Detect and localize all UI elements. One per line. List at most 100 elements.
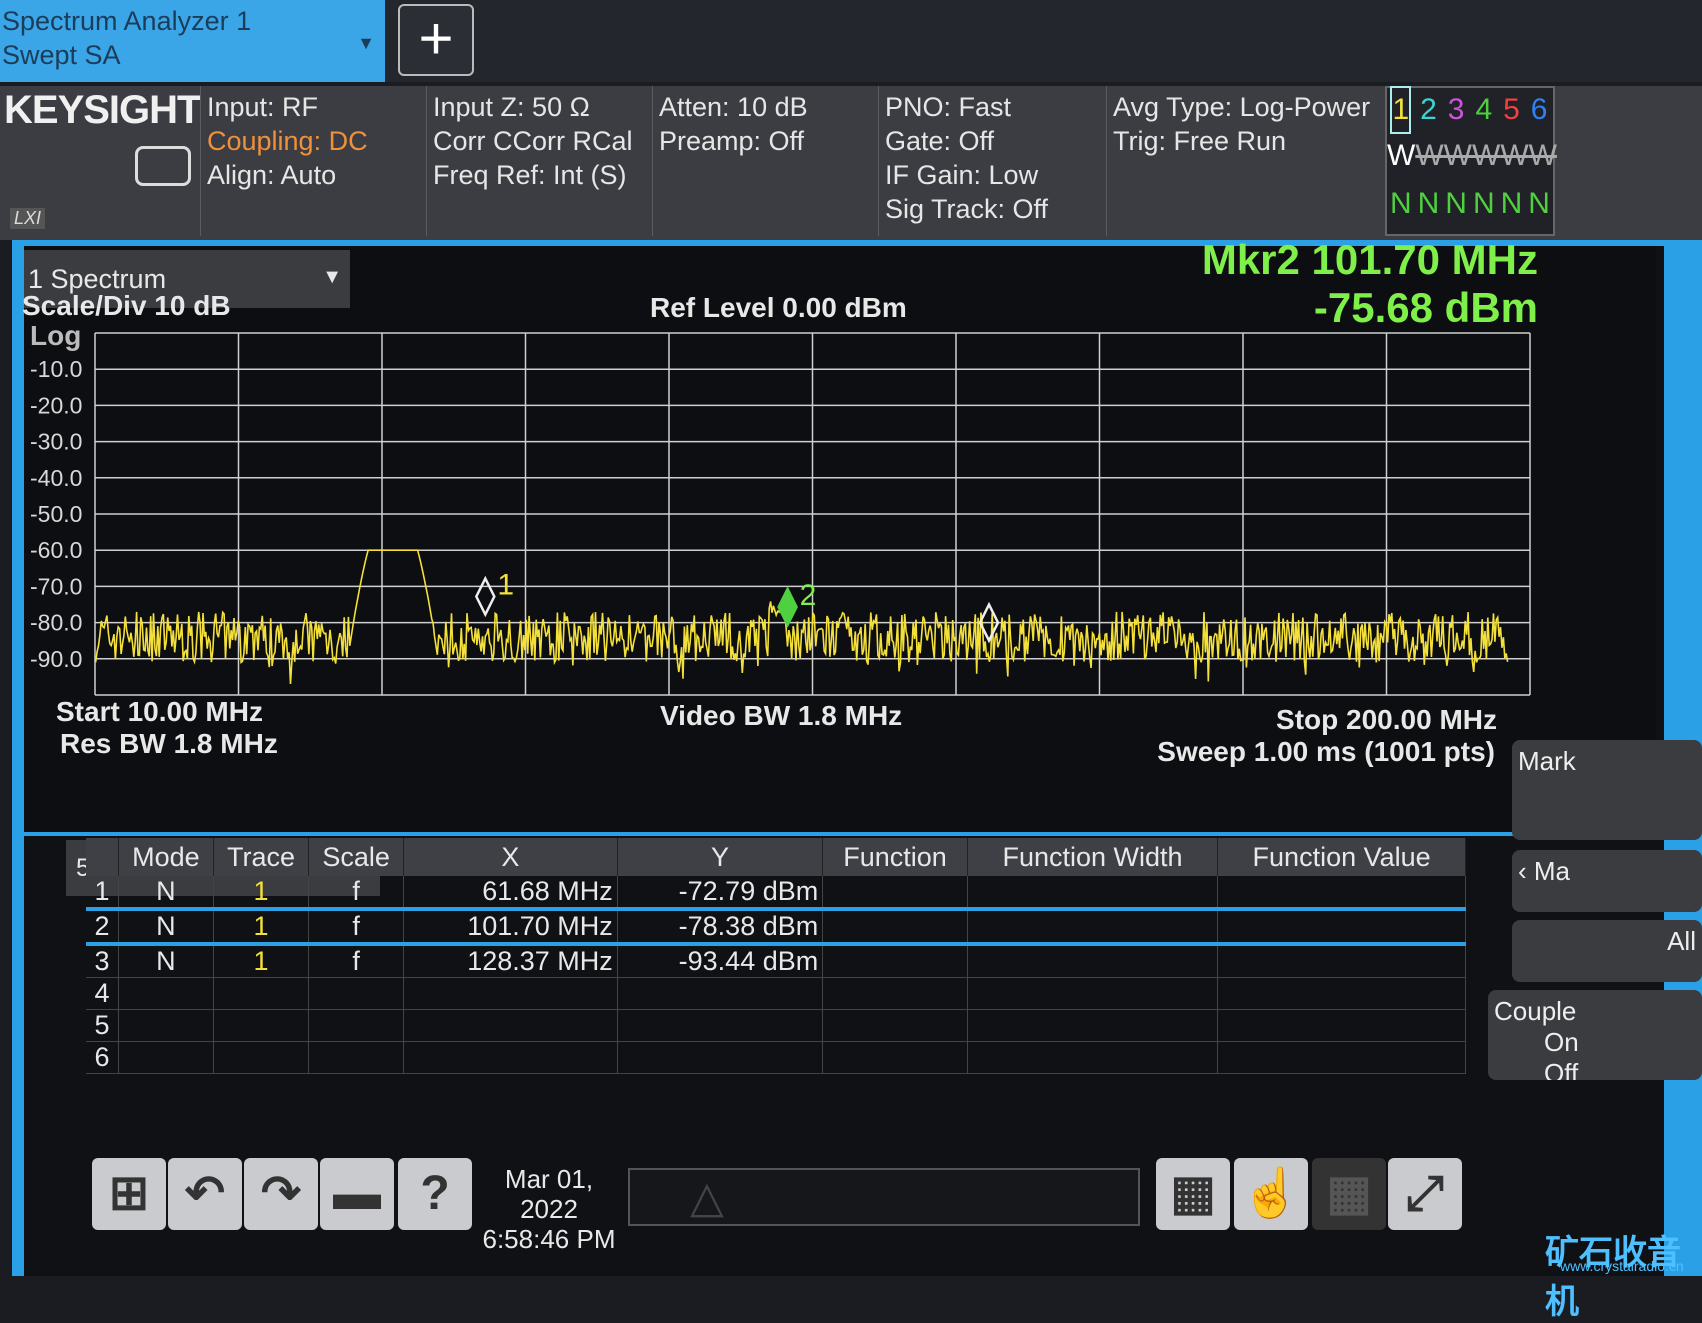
table-cell	[617, 1009, 824, 1042]
column-header[interactable]: Function Width	[967, 838, 1219, 876]
table-cell	[967, 944, 1219, 978]
table-cell	[617, 1041, 824, 1074]
table-cell: 6	[86, 1041, 120, 1074]
column-header[interactable]: Function	[822, 838, 968, 876]
couple-softkey[interactable]: Couple On Off	[1488, 990, 1702, 1080]
softkey-label: Couple	[1494, 996, 1577, 1026]
y-tick-labels: -10.0 -20.0 -30.0 -40.0 -50.0 -60.0 -70.0 -80.0…	[30, 356, 82, 672]
marker-function-softkey[interactable]: ‹ Ma	[1512, 850, 1702, 912]
table-cell	[967, 1009, 1219, 1042]
column-header[interactable]: Mode	[118, 838, 214, 876]
marker-row-3[interactable]: 3 N 1 f 128.37 MHz -93.44 dBm	[86, 944, 1466, 978]
start-freq-label[interactable]: Start 10.00 MHz	[56, 696, 263, 728]
table-cell	[822, 907, 968, 946]
time-label: 6:58:46 PM	[482, 1224, 616, 1254]
rbw-label[interactable]: Res BW 1.8 MHz	[60, 728, 278, 760]
table-cell: 1	[213, 907, 310, 946]
table-cell: N	[118, 907, 214, 946]
table-cell	[308, 1041, 405, 1074]
table-cell	[308, 977, 405, 1010]
table-cell: 5	[86, 1009, 120, 1042]
table-cell	[118, 1041, 214, 1074]
softkey-label: Ma	[1533, 856, 1571, 886]
file-folder-button[interactable]: ▬	[320, 1158, 394, 1230]
table-cell	[967, 977, 1219, 1010]
column-header[interactable]: Scale	[308, 838, 405, 876]
y-tick-label: -40.0	[30, 465, 82, 491]
table-cell: -78.38 dBm	[617, 907, 824, 946]
table-cell	[967, 1041, 1219, 1074]
table-cell	[403, 1009, 618, 1042]
table-cell: N	[118, 876, 214, 910]
marker-row-1[interactable]: 1 N 1 f 61.68 MHz -72.79 dBm	[86, 876, 1466, 910]
y-tick-label: -30.0	[30, 429, 82, 455]
table-cell	[213, 1041, 310, 1074]
marker-table: Mode Trace Scale X Y Function Function Width Fu…	[86, 838, 1466, 1074]
table-cell	[1217, 977, 1466, 1010]
column-header[interactable]: Trace	[213, 838, 310, 876]
multi-window-button[interactable]: ▦	[1312, 1158, 1386, 1230]
help-button[interactable]: ?	[398, 1158, 472, 1230]
table-cell: 3	[86, 944, 120, 978]
column-header[interactable]	[86, 838, 120, 876]
marker-1-diamond	[474, 575, 496, 618]
table-cell: -93.44 dBm	[617, 944, 824, 978]
y-tick-label: -10.0	[30, 356, 82, 382]
windows-start-button[interactable]: ⊞	[92, 1158, 166, 1230]
table-cell	[822, 944, 968, 978]
trace-1	[94, 549, 1509, 685]
table-cell	[967, 907, 1219, 946]
layout-button[interactable]: ▦	[1156, 1158, 1230, 1230]
table-cell: N	[118, 944, 214, 978]
all-softkey[interactable]: All	[1512, 920, 1702, 982]
y-tick-label: -50.0	[30, 501, 82, 527]
table-cell: 128.37 MHz	[403, 944, 618, 978]
fullscreen-button[interactable]: ⤢	[1388, 1158, 1462, 1230]
table-cell: f	[308, 944, 405, 978]
redo-button[interactable]: ↷	[244, 1158, 318, 1230]
table-cell	[822, 977, 968, 1010]
column-header[interactable]: X	[403, 838, 618, 876]
table-cell: 1	[213, 944, 310, 978]
vbw-label[interactable]: Video BW 1.8 MHz	[660, 700, 902, 732]
table-cell	[118, 977, 214, 1010]
table-cell	[403, 1041, 618, 1074]
table-cell	[1217, 1009, 1466, 1042]
softkey-label: All	[1667, 926, 1696, 956]
marker-1-label: 1	[497, 568, 514, 601]
watermark-url: www.crystalradio.cn	[1560, 1258, 1684, 1274]
off-option: Off	[1544, 1058, 1579, 1080]
marker-row-4[interactable]: 4	[86, 977, 1466, 1010]
table-cell: f	[308, 876, 405, 910]
warning-icon: △	[690, 1173, 724, 1222]
y-tick-label: -90.0	[30, 646, 82, 672]
table-cell	[1217, 1041, 1466, 1074]
table-cell	[213, 977, 310, 1010]
column-header[interactable]: Y	[617, 838, 824, 876]
marker-row-2[interactable]: 2 N 1 f 101.70 MHz -78.38 dBm	[86, 907, 1466, 946]
marker-2-diamond	[777, 586, 798, 628]
date-time: Mar 01, 2022 6:58:46 PM	[474, 1164, 624, 1254]
undo-button[interactable]: ↶	[168, 1158, 242, 1230]
y-tick-label: -20.0	[30, 392, 82, 418]
table-cell: 1	[86, 876, 120, 910]
sweep-label[interactable]: Sweep 1.00 ms (1001 pts)	[1157, 736, 1495, 768]
message-bar[interactable]: △	[628, 1168, 1140, 1226]
table-cell	[822, 876, 968, 910]
marker-row-5[interactable]: 5	[86, 1009, 1466, 1042]
table-cell: 1	[213, 876, 310, 910]
table-cell	[308, 1009, 405, 1042]
marker-softkey[interactable]: Mark	[1512, 740, 1702, 840]
markers: 12	[474, 568, 1000, 644]
date-label: Mar 01, 2022	[504, 1164, 594, 1224]
y-tick-label: -60.0	[30, 537, 82, 563]
column-header[interactable]: Function Value	[1217, 838, 1466, 876]
table-cell	[403, 977, 618, 1010]
stop-freq-label[interactable]: Stop 200.00 MHz	[1276, 704, 1497, 736]
table-cell: 2	[86, 907, 120, 946]
table-cell: -72.79 dBm	[617, 876, 824, 910]
spectrum-plot[interactable]: -10.0 -20.0 -30.0 -40.0 -50.0 -60.0 -70.0 -80.0…	[0, 0, 1702, 760]
table-cell	[617, 977, 824, 1010]
touch-button[interactable]: ☝	[1234, 1158, 1308, 1230]
marker-row-6[interactable]: 6	[86, 1041, 1466, 1074]
